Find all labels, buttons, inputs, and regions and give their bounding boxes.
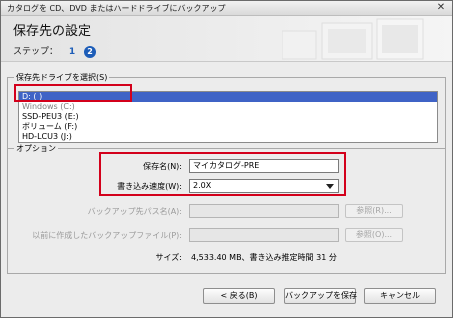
window-title: カタログを CD、DVD またはハードドライブにバックアップ — [7, 4, 226, 13]
step-2-current: 2 — [84, 46, 97, 58]
browse-previous-button[interactable]: 参照(O)... — [345, 228, 403, 242]
backup-path-label: バックアップ先パス名(A): — [87, 207, 182, 216]
drive-list[interactable]: D: ( ) Windows (C:) SSD-PEU3 (E:) ボリューム … — [18, 91, 438, 143]
save-backup-button[interactable]: バックアップを保存 — [284, 288, 357, 304]
drive-group: 保存先ドライブを選択(S) D: ( ) Windows (C:) SSD-PE… — [7, 72, 446, 149]
write-speed-select[interactable]: 2.0X — [189, 179, 339, 193]
back-button[interactable]: < 戻る(B) — [203, 288, 275, 304]
browse-path-button[interactable]: 参照(R)... — [345, 204, 403, 218]
cancel-button[interactable]: キャンセル — [364, 288, 436, 304]
drive-group-legend: 保存先ドライブを選択(S) — [14, 72, 110, 83]
save-name-field[interactable]: マイカタログ-PRE — [189, 159, 339, 173]
title-bar: カタログを CD、DVD またはハードドライブにバックアップ ✕ — [1, 1, 452, 16]
backup-path-field[interactable] — [189, 204, 339, 218]
size-value: 4,533.40 MB、書き込み推定時間 31 分 — [191, 253, 337, 262]
save-name-label: 保存名(N): — [143, 162, 182, 171]
backup-dialog: カタログを CD、DVD またはハードドライブにバックアップ ✕ 保存先の設定 … — [0, 0, 453, 318]
drive-item-c[interactable]: Windows (C:) — [19, 102, 437, 112]
steps-label: ステップ： — [13, 47, 59, 57]
previous-backup-field[interactable] — [189, 228, 339, 242]
write-speed-value: 2.0X — [193, 181, 212, 190]
drive-item-e[interactable]: SSD-PEU3 (E:) — [19, 112, 437, 122]
write-speed-label: 書き込み速度(W): — [117, 182, 182, 191]
drive-item-d[interactable]: D: ( ) — [19, 92, 437, 102]
size-label: サイズ: — [155, 253, 182, 262]
drive-item-j[interactable]: HD-LCU3 (J:) — [19, 132, 437, 142]
header-decoration-icon — [282, 18, 424, 60]
step-indicator: ステップ： 1 2 — [13, 44, 97, 58]
drive-item-f[interactable]: ボリューム (F:) — [19, 122, 437, 132]
close-icon[interactable]: ✕ — [435, 2, 447, 14]
options-group-legend: オプション — [14, 143, 58, 154]
step-1: 1 — [68, 47, 76, 57]
previous-backup-label: 以前に作成したバックアップファイル(P): — [32, 231, 182, 240]
dialog-body: 保存先ドライブを選択(S) D: ( ) Windows (C:) SSD-PE… — [1, 62, 452, 317]
wizard-header: 保存先の設定 ステップ： 1 2 — [1, 16, 452, 62]
page-title: 保存先の設定 — [13, 24, 92, 39]
chevron-down-icon — [326, 184, 334, 189]
